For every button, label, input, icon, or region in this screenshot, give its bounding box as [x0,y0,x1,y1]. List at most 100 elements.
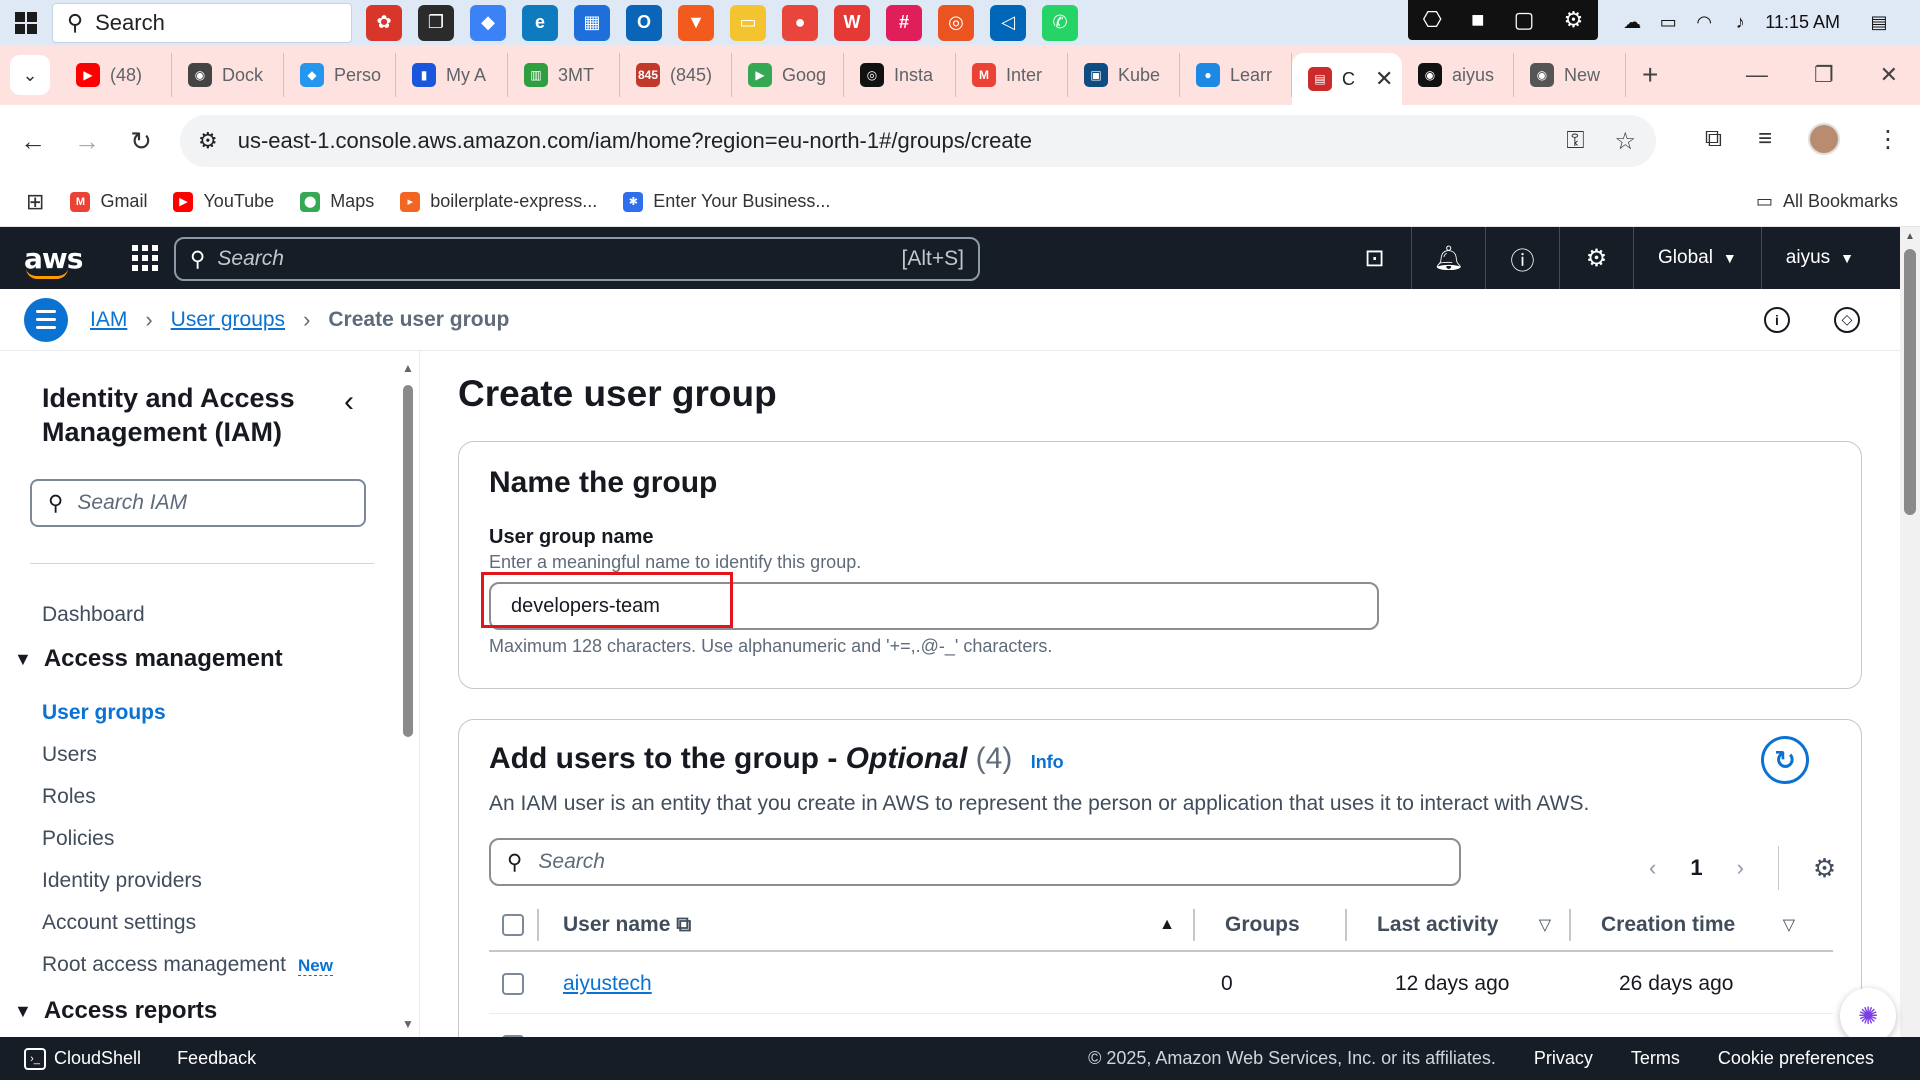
browser-tab[interactable]: ▣ Kube [1068,53,1180,97]
outlook-icon[interactable]: O [626,4,662,41]
notifications-icon[interactable]: ▤ [1868,12,1890,34]
camera-icon[interactable]: ⎔ [1423,7,1442,33]
sidebar-item-identity-providers[interactable]: Identity providers [42,869,202,893]
copilot-icon[interactable]: ◆ [470,4,506,41]
browser-tab[interactable]: ◉ Dock [172,53,284,97]
gear-icon[interactable]: ⚙ [1564,7,1584,33]
page-scrollbar[interactable]: ▲ [1900,227,1920,1037]
hexagon-settings-icon[interactable]: ◇ [1834,306,1860,333]
aws-search-input[interactable]: ⚲ Search [Alt+S] [174,237,980,281]
brave-icon[interactable]: ▼ [678,4,714,41]
reload-icon[interactable]: ↻ [114,126,168,157]
tab-search-button[interactable]: ⌄ [10,55,50,95]
row-checkbox[interactable] [502,972,524,995]
media-icon[interactable]: ≡ [1758,125,1772,153]
star-icon[interactable]: ☆ [1614,127,1636,156]
close-window-icon[interactable]: ✕ [1880,62,1898,88]
video-icon[interactable]: ■ [1471,7,1484,33]
help-button[interactable]: ⓘ [1486,227,1560,289]
collapse-sidebar-icon[interactable]: ‹ [344,385,354,419]
next-page-icon[interactable]: › [1737,855,1744,881]
wifi-icon[interactable]: ◠ [1693,12,1715,34]
assistant-icon[interactable]: ✺ [1840,988,1896,1044]
column-last-activity[interactable]: Last activity ▽ [1347,907,1569,943]
slack-icon[interactable]: # [886,4,922,41]
url-text[interactable]: us-east-1.console.aws.amazon.com/iam/hom… [238,128,1032,154]
restore-icon[interactable]: ❐ [1814,62,1834,88]
privacy-link[interactable]: Privacy [1534,1048,1593,1069]
menu-dots-icon[interactable]: ⋮ [1876,125,1900,154]
region-selector[interactable]: Global ▼ [1634,227,1762,289]
site-info-icon[interactable]: ⚙ [198,128,218,154]
bookmark-item[interactable]: ▶ YouTube [173,191,274,212]
task-view-icon[interactable]: ❐ [418,4,454,41]
browser-tab[interactable]: M Inter [956,53,1068,97]
browser-tab[interactable]: ▤ C ✕ [1292,53,1402,105]
key-icon[interactable]: ⚿ [1566,127,1584,156]
wps-icon[interactable]: W [834,4,870,41]
sidebar-item-dashboard[interactable]: Dashboard [42,603,145,627]
bookmark-item[interactable]: ✱ Enter Your Business... [623,191,830,212]
browser-tab[interactable]: ◎ Insta [844,53,956,97]
browser-tab[interactable]: ◉ aiyus [1402,53,1514,97]
browser-tab[interactable]: ◉ New [1514,53,1626,97]
settings-button[interactable]: ⚙ [1560,227,1634,289]
sidebar-item-users[interactable]: Users [42,743,97,767]
battery-icon[interactable]: ▭ [1657,12,1679,34]
bookmark-item[interactable]: M Gmail [70,191,147,212]
bookmark-item[interactable]: ▸ boilerplate-express... [400,191,597,212]
breadcrumb-user-groups[interactable]: User groups [171,308,285,332]
notifications-button[interactable]: 🔔︎ [1412,227,1486,289]
nav-toggle-button[interactable] [24,297,68,342]
terms-link[interactable]: Terms [1631,1048,1680,1069]
edge-icon[interactable]: e [522,4,558,41]
apps-grid-icon[interactable]: ⊞ [26,189,44,215]
browser-tab[interactable]: ◆ Perso [284,53,396,97]
all-bookmarks[interactable]: ▭ All Bookmarks [1756,191,1898,212]
scroll-down-icon[interactable]: ▼ [402,1017,414,1031]
aws-logo[interactable]: aws [24,242,83,279]
app-1-icon[interactable]: ✿ [366,4,402,41]
extensions-icon[interactable]: ⧉ [1705,125,1722,153]
address-bar[interactable]: ⚙ us-east-1.console.aws.amazon.com/iam/h… [180,115,1656,167]
volume-icon[interactable]: ♪ [1729,12,1751,34]
sidebar-section-access-reports[interactable]: ▼ Access reports [14,997,217,1025]
clock[interactable]: 11:15 AM [1765,12,1840,33]
browser-tab[interactable]: ▮ My A [396,53,508,97]
scroll-up-icon[interactable]: ▲ [402,361,414,375]
scroll-up-icon[interactable]: ▲ [1905,231,1915,242]
table-settings-icon[interactable]: ⚙ [1813,853,1836,884]
scrollbar-thumb[interactable] [403,385,413,737]
sidebar-item-account-settings[interactable]: Account settings [42,911,196,935]
minimize-icon[interactable]: — [1746,62,1768,88]
table-row[interactable]: aiyustech 0 12 days ago 26 days ago [489,954,1833,1014]
sidebar-scrollbar[interactable]: ▲ ▼ [402,361,414,1031]
ubuntu-icon[interactable]: ◎ [938,4,974,41]
forward-icon[interactable]: → [60,126,114,157]
browser-tab[interactable]: ▶ (48) [60,53,172,97]
browser-tab[interactable]: ● Learr [1180,53,1292,97]
users-search-input[interactable]: ⚲ Search [489,838,1461,886]
cloudshell-link[interactable]: ›_ CloudShell [24,1047,141,1070]
cloudshell-button[interactable]: ⊡ [1338,227,1412,289]
whatsapp-icon[interactable]: ✆ [1042,4,1078,41]
close-tab-icon[interactable]: ✕ [1375,66,1393,92]
back-icon[interactable]: ← [6,126,60,157]
windows-start-button[interactable] [0,0,52,45]
vscode-icon[interactable]: ◁ [990,4,1026,41]
cookie-preferences-link[interactable]: Cookie preferences [1718,1048,1874,1069]
browser-tab[interactable]: ▶ Goog [732,53,844,97]
new-tab-button[interactable]: + [1642,59,1658,91]
info-link[interactable]: Info [1031,752,1064,772]
sidebar-item-root-access[interactable]: Root access management New [42,953,333,977]
select-all-checkbox[interactable] [502,914,524,936]
sidebar-search-input[interactable]: ⚲ Search IAM [30,479,366,527]
table-row[interactable] [489,1016,1833,1037]
bookmark-item[interactable]: ⬤ Maps [300,191,374,212]
refresh-button[interactable]: ↻ [1761,736,1809,784]
chrome-icon[interactable]: ● [782,4,818,41]
prev-page-icon[interactable]: ‹ [1649,855,1656,881]
profile-avatar[interactable] [1808,123,1840,155]
store-icon[interactable]: ▦ [574,4,610,41]
feedback-link[interactable]: Feedback [177,1048,256,1069]
